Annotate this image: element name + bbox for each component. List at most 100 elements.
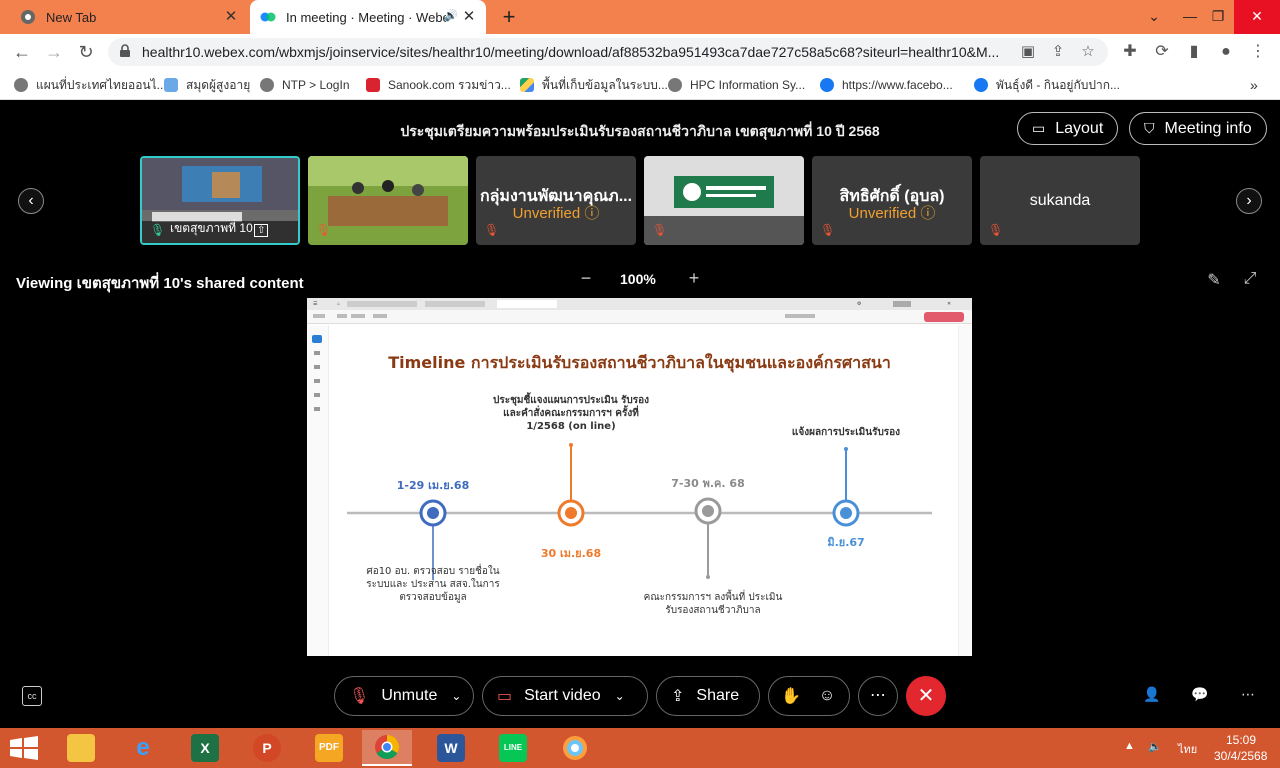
bookmark-item[interactable]: HPC Information Sy...: [668, 76, 805, 94]
bookmark-item[interactable]: NTP > LogIn: [260, 76, 350, 94]
milestone-text: ศอ10 อบ. ตรวจสอบ รายชื่อในระบบและ ประสาน…: [366, 566, 500, 603]
timeline-slide: Timeline การประเมินรับรองสถานชีวาภิบาลใน…: [347, 325, 932, 656]
captions-icon[interactable]: cc: [22, 686, 42, 706]
chevron-down-icon[interactable]: ⌄: [451, 689, 461, 703]
participant-tile[interactable]: 🎙: [308, 156, 468, 245]
mic-muted-icon: 🎙: [316, 223, 332, 237]
participant-tile[interactable]: sukanda 🎙: [980, 156, 1140, 245]
bookmark-item[interactable]: Sanook.com รวมข่าว...: [366, 76, 511, 94]
internet-explorer-icon[interactable]: e: [118, 730, 168, 766]
share-button[interactable]: ⇪ Share: [656, 676, 760, 716]
clock-date[interactable]: 30/4/2568: [1214, 749, 1267, 763]
extensions-icon[interactable]: ✚: [1118, 40, 1142, 64]
more-bookmarks-icon[interactable]: »: [1250, 76, 1258, 94]
more-panels-icon[interactable]: ⋯: [1238, 686, 1258, 706]
unmute-button[interactable]: 🎙 Unmute ⌄: [334, 676, 474, 716]
profile-icon[interactable]: ●: [1214, 40, 1238, 64]
chrome-taskbar-icon[interactable]: [362, 730, 412, 766]
close-window-button[interactable]: ✕: [1234, 0, 1280, 34]
participant-tile[interactable]: 🎙 เขตสุขภาพที่ 10 ⇧: [140, 156, 300, 245]
milestone-text: แจ้งผลการประเมินรับรอง: [791, 427, 901, 438]
address-bar[interactable]: healthr10.webex.com/wbxmjs/joinservice/s…: [108, 38, 1108, 66]
chat-icon[interactable]: 💬: [1190, 686, 1210, 706]
extension-icon[interactable]: ⟳: [1150, 40, 1174, 64]
bookmark-item[interactable]: พื้นที่เก็บข้อมูลในระบบ...: [520, 76, 668, 94]
windows-start-icon[interactable]: [8, 736, 40, 760]
shield-icon: ⛉: [1144, 120, 1155, 136]
app-icon[interactable]: [550, 730, 600, 766]
shared-left-toolbar: [307, 325, 329, 656]
milestone-stem: [844, 447, 848, 451]
google-drive-icon: [520, 78, 534, 92]
language-indicator[interactable]: ไทย: [1178, 740, 1197, 758]
shared-pdf-toolbar: [307, 310, 972, 324]
back-icon[interactable]: ←: [10, 40, 34, 64]
milestone-marker: [565, 507, 577, 519]
bookmarks-bar: แผนที่ประเทศไทยออนไ... สมุดผู้สูงอายุ NT…: [0, 70, 1280, 100]
tab-webex-meeting[interactable]: In meeting · Meeting · Webe 🔊 ✕: [250, 0, 486, 34]
forward-icon[interactable]: →: [42, 40, 66, 64]
file-explorer-icon[interactable]: [56, 730, 106, 766]
lock-icon: [120, 44, 130, 57]
webex-icon: [260, 9, 276, 25]
layout-button[interactable]: ▭ Layout: [1017, 112, 1119, 145]
bookmark-item[interactable]: สมุดผู้สูงอายุ: [164, 76, 250, 94]
bookmark-item[interactable]: https://www.facebo...: [820, 76, 953, 94]
camera-blocked-icon[interactable]: ▣: [1018, 42, 1038, 62]
clock-time[interactable]: 15:09: [1226, 733, 1256, 747]
zoom-in-button[interactable]: +: [686, 268, 702, 289]
reactions-icon[interactable]: ☺: [819, 687, 835, 705]
zoom-out-button[interactable]: −: [578, 268, 594, 289]
tab-search-icon[interactable]: ⌄: [1136, 0, 1172, 34]
close-tab-icon[interactable]: ✕: [222, 8, 240, 26]
participant-tile[interactable]: 🎙: [644, 156, 804, 245]
carousel-next-button[interactable]: ›: [1236, 188, 1262, 214]
menu-icon[interactable]: ⋮: [1246, 40, 1270, 64]
chrome-icon: [20, 9, 36, 25]
raise-hand-icon[interactable]: ✋: [781, 686, 801, 706]
participant-tile[interactable]: สิทธิศักดิ์ (อุบล) Unverified ⓘ 🎙: [812, 156, 972, 245]
unverified-label: Unverified ⓘ: [512, 205, 600, 222]
start-video-button[interactable]: ▭ Start video ⌄: [482, 676, 648, 716]
participants-icon[interactable]: 👤: [1142, 686, 1162, 706]
milestone-marker: [702, 505, 714, 517]
pdf-reader-icon[interactable]: PDF: [304, 730, 354, 766]
excel-icon[interactable]: X: [180, 730, 230, 766]
windows-taskbar: e X P PDF W LINE ▲ 🔈 ไทย 15:09 30/4/2568: [0, 728, 1280, 768]
milestone-text: ประชุมชี้แจงแผนการประเมิน รับรองและคำสั่…: [492, 395, 650, 432]
more-options-button[interactable]: ⋯: [858, 676, 898, 716]
side-panel-icon[interactable]: ▮: [1182, 40, 1206, 64]
milestone-marker: [840, 507, 852, 519]
leave-meeting-button[interactable]: ✕: [906, 676, 946, 716]
milestone-stem: [569, 443, 573, 447]
powerpoint-icon[interactable]: P: [242, 730, 292, 766]
meeting-info-button[interactable]: ⛉ Meeting info: [1129, 112, 1267, 145]
share-page-icon[interactable]: ⇪: [1048, 42, 1068, 62]
milestone-stem: [706, 575, 710, 579]
word-icon[interactable]: W: [426, 730, 476, 766]
tab-new-tab[interactable]: New Tab ✕: [8, 0, 248, 34]
expand-icon[interactable]: ⤢: [1240, 270, 1260, 290]
tray-expand-icon[interactable]: ▲: [1124, 740, 1135, 752]
bookmark-star-icon[interactable]: ☆: [1078, 42, 1098, 62]
annotate-icon[interactable]: ✎: [1204, 270, 1224, 290]
line-icon[interactable]: LINE: [488, 730, 538, 766]
close-tab-icon[interactable]: ✕: [460, 8, 478, 26]
volume-icon[interactable]: 🔈: [1148, 740, 1162, 753]
mic-muted-icon: 🎙: [988, 223, 1004, 237]
new-tab-button[interactable]: +: [498, 6, 520, 28]
reload-icon[interactable]: ↻: [74, 40, 98, 64]
shared-right-toolbar: [958, 325, 972, 656]
video-feed: [644, 156, 804, 245]
mic-muted-icon: 🎙: [652, 223, 668, 237]
restore-button[interactable]: ❐: [1200, 0, 1236, 34]
participant-tile[interactable]: กลุ่มงานพัฒนาคุณภ... Unverified ⓘ 🎙: [476, 156, 636, 245]
chevron-down-icon[interactable]: ⌄: [615, 689, 625, 703]
browser-toolbar: ← → ↻ healthr10.webex.com/wbxmjs/joinser…: [0, 34, 1280, 70]
globe-icon: [260, 78, 274, 92]
carousel-prev-button[interactable]: ‹: [18, 188, 44, 214]
bookmark-item[interactable]: แผนที่ประเทศไทยออนไ...: [14, 76, 167, 94]
shared-browser-tabs: ☰ ⌂ ⚙ ✕: [307, 298, 972, 310]
mic-muted-icon: 🎙: [349, 688, 370, 705]
bookmark-item[interactable]: พันธ์ุงดี - กินอยู่กับปาก...: [974, 76, 1120, 94]
